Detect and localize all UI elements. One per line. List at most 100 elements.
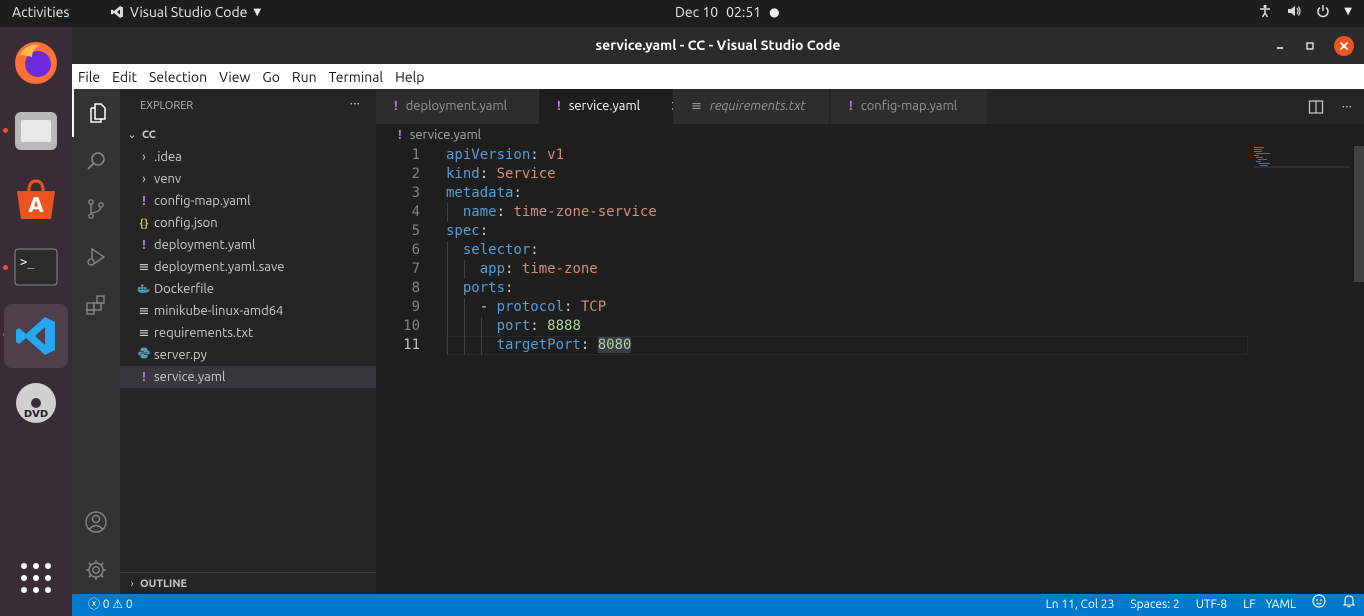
menu-file[interactable]: File <box>72 69 106 85</box>
code-line[interactable]: name: time-zone-service <box>446 203 657 222</box>
dock-terminal[interactable]: >_ <box>8 239 64 295</box>
folder-cc[interactable]: ⌄ CC <box>120 124 376 146</box>
maximize-button[interactable] <box>1298 27 1322 64</box>
activity-manage[interactable] <box>72 546 120 594</box>
activity-explorer[interactable] <box>72 89 122 137</box>
tree-item-idea[interactable]: › .idea <box>120 146 376 168</box>
activities-button[interactable]: Activities <box>12 4 69 20</box>
code-line[interactable]: targetPort: 8080 <box>446 336 632 355</box>
code-line[interactable]: spec: <box>446 222 488 241</box>
yaml-file-icon: ! <box>849 99 853 113</box>
files-icon <box>90 103 106 123</box>
tab-label: deployment.yaml <box>405 99 508 113</box>
code-line[interactable]: port: 8888 <box>446 317 581 336</box>
activity-run-debug[interactable] <box>72 233 120 281</box>
more-actions-icon[interactable]: ··· <box>350 86 360 121</box>
volume-icon <box>1288 6 1301 16</box>
activity-accounts[interactable] <box>72 498 120 546</box>
vertical-scrollbar[interactable] <box>1350 146 1364 594</box>
system-tray[interactable]: ▼ <box>1258 4 1352 18</box>
encoding[interactable]: UTF-8 <box>1196 594 1227 616</box>
code-line[interactable]: app: time-zone <box>446 260 598 279</box>
gear-icon <box>86 560 106 580</box>
menu-selection[interactable]: Selection <box>143 69 213 85</box>
cursor-position[interactable]: Ln 11, Col 23 <box>1046 594 1115 616</box>
tree-item-minikube[interactable]: ≡ minikube-linux-amd64 <box>120 300 376 322</box>
close-window-button[interactable] <box>1332 27 1356 64</box>
svg-text:>_: >_ <box>20 255 35 269</box>
more-actions-icon[interactable]: ··· <box>1342 89 1352 124</box>
activity-extensions[interactable] <box>72 281 120 329</box>
tree-item-venv[interactable]: › venv <box>120 168 376 190</box>
docker-icon <box>136 278 152 300</box>
dock-firefox[interactable] <box>8 35 64 91</box>
tab-config-map-yaml[interactable]: ! config-map.yaml <box>831 89 988 124</box>
menu-terminal[interactable]: Terminal <box>323 69 390 85</box>
dock-dvd[interactable]: DVD <box>8 375 64 431</box>
code-line[interactable]: ports: <box>446 279 514 298</box>
outline-section[interactable]: › OUTLINE <box>120 572 376 595</box>
tree-item-config-json[interactable]: {} config.json <box>120 212 376 234</box>
dock-files[interactable] <box>8 103 64 159</box>
indentation[interactable]: Spaces: 2 <box>1130 594 1179 616</box>
app-menu[interactable]: Visual Studio Code ▼ <box>110 4 261 20</box>
terminal-icon: >_ <box>14 248 58 286</box>
tab-requirements-txt[interactable]: ≡ requirements.txt <box>673 89 830 124</box>
tree-item-label: .idea <box>154 150 182 164</box>
tree-item-config-map[interactable]: ! config-map.yaml <box>120 190 376 212</box>
scrollbar-thumb[interactable] <box>1354 146 1364 282</box>
menu-view[interactable]: View <box>213 69 256 85</box>
tree-item-deployment[interactable]: ! deployment.yaml <box>120 234 376 256</box>
problems-indicator[interactable]: ⓧ 0 ⚠ 0 <box>88 594 133 616</box>
yaml-file-icon: ! <box>142 238 146 252</box>
yaml-file-icon: ! <box>398 128 402 142</box>
tree-item-dockerfile[interactable]: Dockerfile <box>120 278 376 300</box>
menu-edit[interactable]: Edit <box>106 69 143 85</box>
clock[interactable]: Dec 10 02:51 ● <box>675 4 780 20</box>
line-number: 7 <box>411 261 420 277</box>
notifications-button[interactable] <box>1342 594 1356 616</box>
warning-count: 0 <box>125 598 133 611</box>
code-line[interactable]: selector: <box>446 241 539 260</box>
code-line[interactable]: kind: Service <box>446 165 556 184</box>
tab-service-yaml[interactable]: !service.yaml ✕ <box>539 89 691 124</box>
menu-run[interactable]: Run <box>286 69 323 85</box>
tree-item-service-yaml[interactable]: ! service.yaml <box>120 366 376 388</box>
tab-deployment-yaml[interactable]: ! deployment.yaml <box>376 89 557 124</box>
line-number: 1 <box>411 147 420 163</box>
minimap-preview <box>1254 147 1350 168</box>
dock-software[interactable]: A <box>8 172 64 228</box>
breadcrumb[interactable]: ! service.yaml <box>376 124 1364 146</box>
app-grid-icon <box>21 563 51 593</box>
code-line[interactable]: apiVersion: v1 <box>446 146 564 165</box>
code-line[interactable]: metadata: <box>446 184 522 203</box>
dvd-icon: DVD <box>16 383 56 423</box>
feedback-button[interactable] <box>1312 594 1326 616</box>
minimap[interactable] <box>1254 146 1350 168</box>
tree-item-label: Dockerfile <box>154 282 214 296</box>
line-ending[interactable]: LF <box>1243 594 1255 616</box>
minimize-icon <box>1277 46 1283 49</box>
window-title: service.yaml - CC - Visual Studio Code <box>595 37 841 53</box>
window-titlebar[interactable]: service.yaml - CC - Visual Studio Code <box>72 27 1364 64</box>
code-editor[interactable]: 1 2 3 4 5 6 7 8 9 10 11 apiVersion: v1 ki… <box>376 146 1364 594</box>
tree-item-deployment-save[interactable]: ≡ deployment.yaml.save <box>120 256 376 278</box>
menu-help[interactable]: Help <box>389 69 430 85</box>
activity-source-control[interactable] <box>72 185 120 233</box>
line-number: 4 <box>411 204 420 220</box>
show-applications-button[interactable] <box>8 550 64 606</box>
tree-item-requirements[interactable]: ≡ requirements.txt <box>120 322 376 344</box>
close-icon <box>1334 35 1354 56</box>
tree-item-server-py[interactable]: server.py <box>120 344 376 366</box>
minimize-button[interactable] <box>1268 27 1292 64</box>
code-line[interactable]: - protocol: TCP <box>446 298 606 317</box>
activity-search[interactable] <box>72 137 120 185</box>
dock-vscode[interactable] <box>4 304 68 368</box>
menu-go[interactable]: Go <box>256 69 285 85</box>
editor-tabs: !deployment.yaml !service.yaml ✕ ≡requir… <box>376 89 1364 124</box>
line-number: 9 <box>411 299 420 315</box>
error-count: 0 <box>102 598 110 611</box>
tab-label: config-map.yaml <box>860 99 958 113</box>
language-mode[interactable]: YAML <box>1266 594 1296 616</box>
split-editor-button[interactable] <box>1308 99 1324 118</box>
